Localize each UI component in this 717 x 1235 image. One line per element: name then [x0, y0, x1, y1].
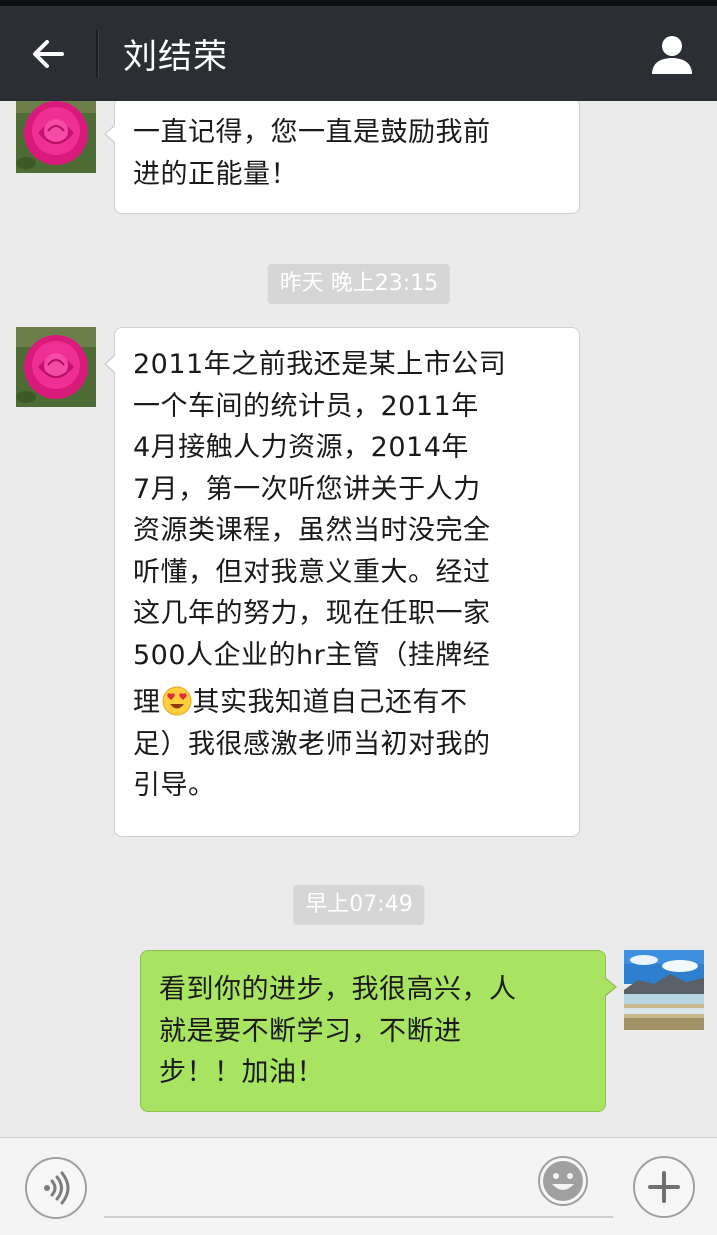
timestamp: 昨天 晚上23:15 — [267, 264, 451, 304]
message-line: 足）我很感激老师当初对我的 — [133, 728, 491, 760]
profile-button[interactable] — [627, 6, 717, 101]
message-line: 进的正能量！ — [133, 158, 298, 190]
chat-header: 刘结荣 — [0, 6, 717, 101]
heart-eyes-emoji — [162, 686, 191, 716]
outgoing-message[interactable]: 看到你的进步，我很高兴，人 就是要不断学习，不断进 步！！加油！ — [140, 950, 617, 1112]
person-icon — [652, 35, 692, 74]
message-text: 其实我知道自己还有不 — [192, 687, 468, 718]
message-input[interactable] — [104, 1166, 613, 1218]
message-line: 2011年之前我还是某上市公司 — [133, 349, 507, 380]
message-text: 理 — [133, 687, 161, 718]
sender-avatar[interactable] — [16, 101, 96, 173]
chat-title: 刘结荣 — [123, 37, 228, 77]
incoming-message[interactable]: 一直记得，您一直是鼓励我前 进的正能量！ — [104, 101, 580, 214]
message-line: 步！！加油！ — [159, 1057, 324, 1088]
message-line: 资源类课程，虽然当时没完全 — [133, 515, 491, 546]
sender-avatar[interactable] — [16, 327, 96, 407]
incoming-message[interactable]: 2011年之前我还是某上市公司 一个车间的统计员，2011年 4月接触人力资源，… — [104, 327, 580, 837]
back-arrow-icon — [33, 39, 64, 68]
smiley-icon — [543, 1161, 583, 1201]
message-line: 这几年的努力，现在任职一家 — [133, 598, 491, 629]
voice-icon — [44, 1171, 70, 1205]
message-line: 引导。 — [133, 770, 216, 801]
my-avatar[interactable] — [624, 950, 704, 1030]
back-button[interactable] — [0, 6, 96, 101]
chat-area[interactable]: 一直记得，您一直是鼓励我前 进的正能量！ 昨天 晚上23:15 2011年之前我… — [0, 101, 717, 1137]
message-line: 4月接触人力资源，2014年 — [133, 432, 469, 463]
emoji-button[interactable] — [538, 1156, 588, 1206]
message-line: 7月，第一次听您讲关于人力 — [133, 473, 481, 505]
voice-button[interactable] — [25, 1157, 87, 1219]
message-line: 500人企业的hr主管（挂牌经 — [133, 639, 491, 671]
message-line: 听懂，但对我意义重大。经过 — [133, 556, 491, 588]
message-line-with-emoji: 理 其实我知道自己还有不 — [133, 682, 561, 724]
more-options-button[interactable] — [633, 1156, 695, 1218]
message-line: 一个车间的统计员，2011年 — [133, 390, 479, 422]
message-line: 看到你的进步，我很高兴，人 — [159, 974, 517, 1005]
header-divider — [96, 29, 99, 78]
timestamp: 早上07:49 — [293, 885, 425, 925]
message-line: 一直记得，您一直是鼓励我前 — [133, 117, 491, 148]
input-bar — [0, 1137, 717, 1235]
message-line: 就是要不断学习，不断进 — [159, 1015, 462, 1047]
plus-icon — [648, 1171, 680, 1203]
